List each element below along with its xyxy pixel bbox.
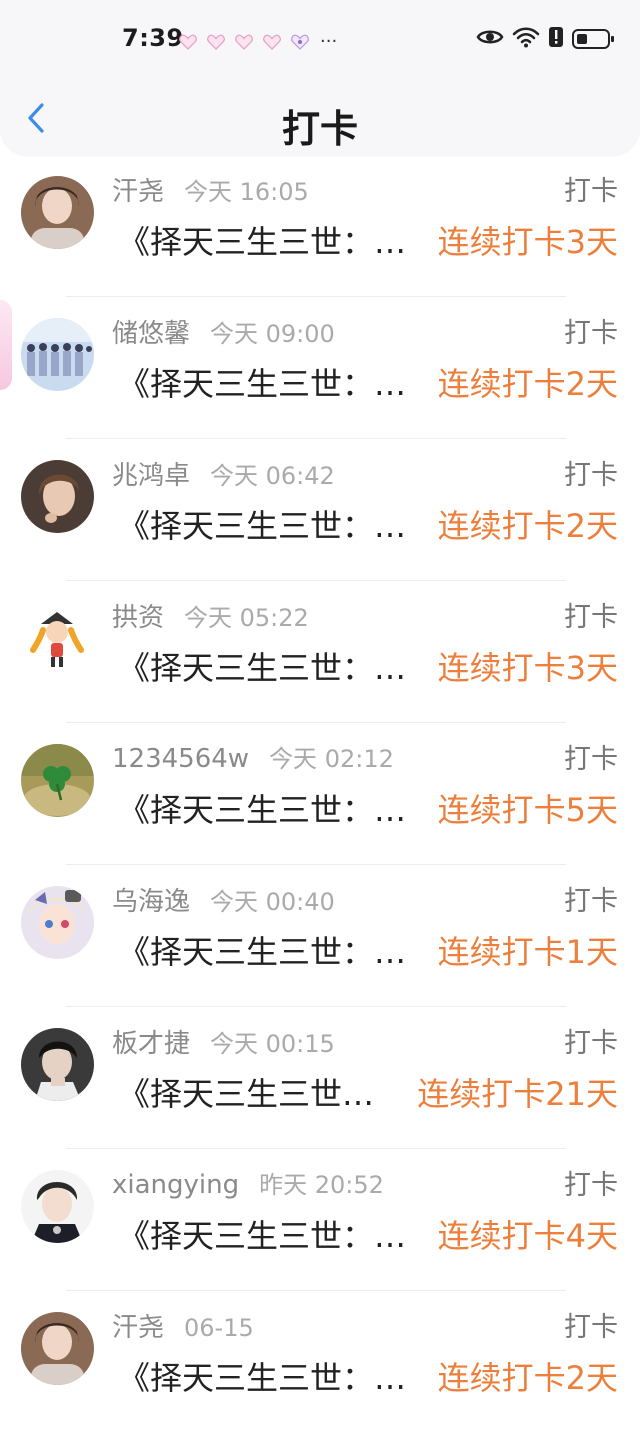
item-meta: 汗尧 今天 16:05 <box>112 171 309 207</box>
user-name[interactable]: 乌海逸 <box>112 881 190 918</box>
checkin-time: 今天 06:42 <box>210 462 335 490</box>
system-icons <box>476 26 614 52</box>
avatar[interactable] <box>21 1028 94 1101</box>
checkin-tag: 打卡 <box>564 744 618 775</box>
avatar[interactable] <box>21 602 94 675</box>
streak-label: 连续打卡21天 <box>417 1075 618 1113</box>
book-title: 《择天三生三世：… <box>118 1217 407 1255</box>
list-item[interactable]: 汗尧 06-15 打卡 《择天三生三世：… 连续打卡2天 <box>0 1291 640 1433</box>
user-name[interactable]: 板才捷 <box>112 1023 190 1060</box>
checkin-time: 今天 16:05 <box>184 178 309 206</box>
user-name[interactable]: xiangying <box>112 1170 239 1200</box>
checkin-list: 汗尧 今天 16:05 打卡 《择天三生三世：… 连续打卡3天 储悠馨 今天 0… <box>0 155 640 1433</box>
checkin-tag: 打卡 <box>564 1028 618 1059</box>
item-meta: 储悠馨 今天 09:00 <box>112 313 335 349</box>
book-title: 《择天三生三世：… <box>118 791 407 829</box>
battery-icon <box>572 29 614 49</box>
heart-icon <box>262 32 282 52</box>
list-item[interactable]: 兆鸿卓 今天 06:42 打卡 《择天三生三世：… 连续打卡2天 <box>0 439 640 581</box>
checkin-time: 今天 00:40 <box>210 888 335 916</box>
user-name[interactable]: 汗尧 <box>112 1307 164 1344</box>
floating-side-widget[interactable] <box>0 300 12 390</box>
book-title: 《择天三生三世：… <box>118 507 407 545</box>
book-title: 《择天三生三世：… <box>118 933 407 971</box>
heart-eye-icon <box>290 32 310 52</box>
book-title: 《择天三生三世：… <box>118 365 407 403</box>
user-name[interactable]: 汗尧 <box>112 171 164 208</box>
list-item[interactable]: 板才捷 今天 00:15 打卡 《择天三生三世… 连续打卡21天 <box>0 1007 640 1149</box>
checkin-time: 06-15 <box>184 1314 254 1342</box>
user-name[interactable]: 1234564w <box>112 744 249 774</box>
checkin-tag: 打卡 <box>564 1312 618 1343</box>
heart-icon <box>234 32 254 52</box>
item-meta: 拱资 今天 05:22 <box>112 597 309 633</box>
item-meta: xiangying 昨天 20:52 <box>112 1165 384 1200</box>
avatar[interactable] <box>21 1170 94 1243</box>
book-title: 《择天三生三世：… <box>118 223 407 261</box>
book-title: 《择天三生三世… <box>118 1075 375 1113</box>
user-name[interactable]: 拱资 <box>112 597 164 634</box>
streak-label: 连续打卡2天 <box>437 507 618 545</box>
streak-label: 连续打卡3天 <box>437 649 618 687</box>
list-item[interactable]: 汗尧 今天 16:05 打卡 《择天三生三世：… 连续打卡3天 <box>0 155 640 297</box>
streak-label: 连续打卡5天 <box>437 791 618 829</box>
item-meta: 板才捷 今天 00:15 <box>112 1023 335 1059</box>
checkin-time: 今天 05:22 <box>184 604 309 632</box>
more-notifications: ··· <box>320 31 338 52</box>
user-name[interactable]: 兆鸿卓 <box>112 455 190 492</box>
book-title: 《择天三生三世：… <box>118 1359 407 1397</box>
checkin-tag: 打卡 <box>564 886 618 917</box>
avatar[interactable] <box>21 886 94 959</box>
eye-icon <box>476 27 504 51</box>
checkin-tag: 打卡 <box>564 318 618 349</box>
heart-icon <box>206 32 226 52</box>
avatar[interactable] <box>21 1312 94 1385</box>
checkin-tag: 打卡 <box>564 1170 618 1201</box>
item-meta: 乌海逸 今天 00:40 <box>112 881 335 917</box>
list-item[interactable]: 拱资 今天 05:22 打卡 《择天三生三世：… 连续打卡3天 <box>0 581 640 723</box>
nav-header: 打卡 <box>0 92 640 156</box>
checkin-tag: 打卡 <box>564 460 618 491</box>
alert-icon <box>548 26 564 52</box>
streak-label: 连续打卡2天 <box>437 365 618 403</box>
avatar[interactable] <box>21 318 94 391</box>
list-item[interactable]: 1234564w 今天 02:12 打卡 《择天三生三世：… 连续打卡5天 <box>0 723 640 865</box>
checkin-tag: 打卡 <box>564 602 618 633</box>
top-bar: 7:39 ··· 打卡 <box>0 0 640 155</box>
checkin-time: 昨天 20:52 <box>259 1171 384 1199</box>
avatar[interactable] <box>21 176 94 249</box>
streak-label: 连续打卡3天 <box>437 223 618 261</box>
checkin-time: 今天 09:00 <box>210 320 335 348</box>
streak-label: 连续打卡4天 <box>437 1217 618 1255</box>
streak-label: 连续打卡1天 <box>437 933 618 971</box>
checkin-time: 今天 02:12 <box>269 745 394 773</box>
status-bar: 7:39 ··· <box>0 20 640 64</box>
item-meta: 兆鸿卓 今天 06:42 <box>112 455 335 491</box>
streak-label: 连续打卡2天 <box>437 1359 618 1397</box>
avatar[interactable] <box>21 744 94 817</box>
book-title: 《择天三生三世：… <box>118 649 407 687</box>
wifi-icon <box>512 26 540 52</box>
checkin-tag: 打卡 <box>564 176 618 207</box>
list-item[interactable]: 储悠馨 今天 09:00 打卡 《择天三生三世：… 连续打卡2天 <box>0 297 640 439</box>
page-title: 打卡 <box>281 107 358 151</box>
item-meta: 汗尧 06-15 <box>112 1307 254 1343</box>
item-meta: 1234564w 今天 02:12 <box>112 739 394 774</box>
list-item[interactable]: xiangying 昨天 20:52 打卡 《择天三生三世：… 连续打卡4天 <box>0 1149 640 1291</box>
list-item[interactable]: 乌海逸 今天 00:40 打卡 《择天三生三世：… 连续打卡1天 <box>0 865 640 1007</box>
checkin-time: 今天 00:15 <box>210 1030 335 1058</box>
notification-icons: ··· <box>178 29 337 55</box>
heart-icon <box>178 32 198 52</box>
avatar[interactable] <box>21 460 94 533</box>
status-time: 7:39 <box>122 24 184 52</box>
user-name[interactable]: 储悠馨 <box>112 313 190 350</box>
